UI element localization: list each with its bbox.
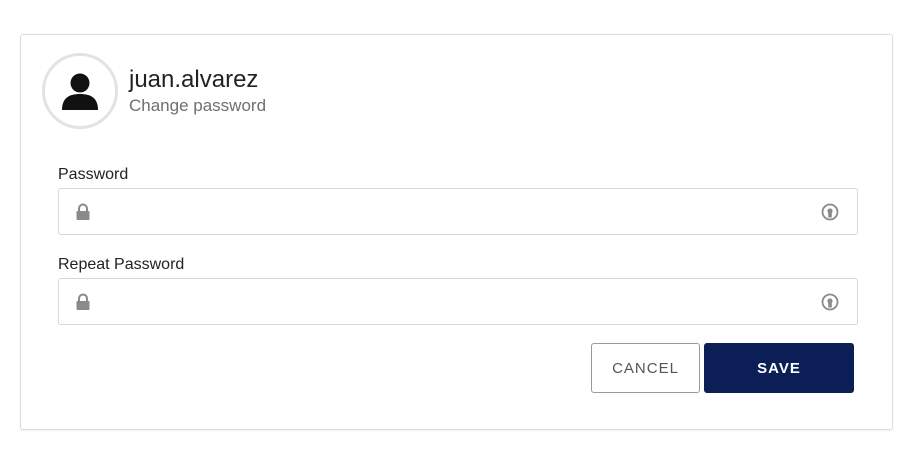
reveal-password-icon[interactable]	[820, 292, 840, 312]
change-password-card: juan.alvarez Change password Password Re…	[20, 34, 893, 430]
cancel-button[interactable]: CANCEL	[591, 343, 700, 393]
password-field[interactable]	[58, 188, 858, 236]
password-label: Password	[58, 166, 129, 183]
page-subtitle: Change password	[129, 96, 267, 115]
user-silhouette-icon	[62, 73, 98, 110]
lock-icon	[76, 293, 90, 310]
reveal-password-icon[interactable]	[820, 202, 840, 222]
avatar	[42, 53, 118, 129]
lock-icon	[76, 203, 90, 220]
repeat-password-label: Repeat Password	[58, 256, 185, 273]
repeat-password-field[interactable]	[58, 278, 858, 326]
password-input[interactable]	[103, 189, 807, 236]
save-button[interactable]: SAVE	[704, 343, 854, 393]
username: juan.alvarez	[129, 66, 259, 93]
repeat-password-input[interactable]	[103, 279, 807, 326]
